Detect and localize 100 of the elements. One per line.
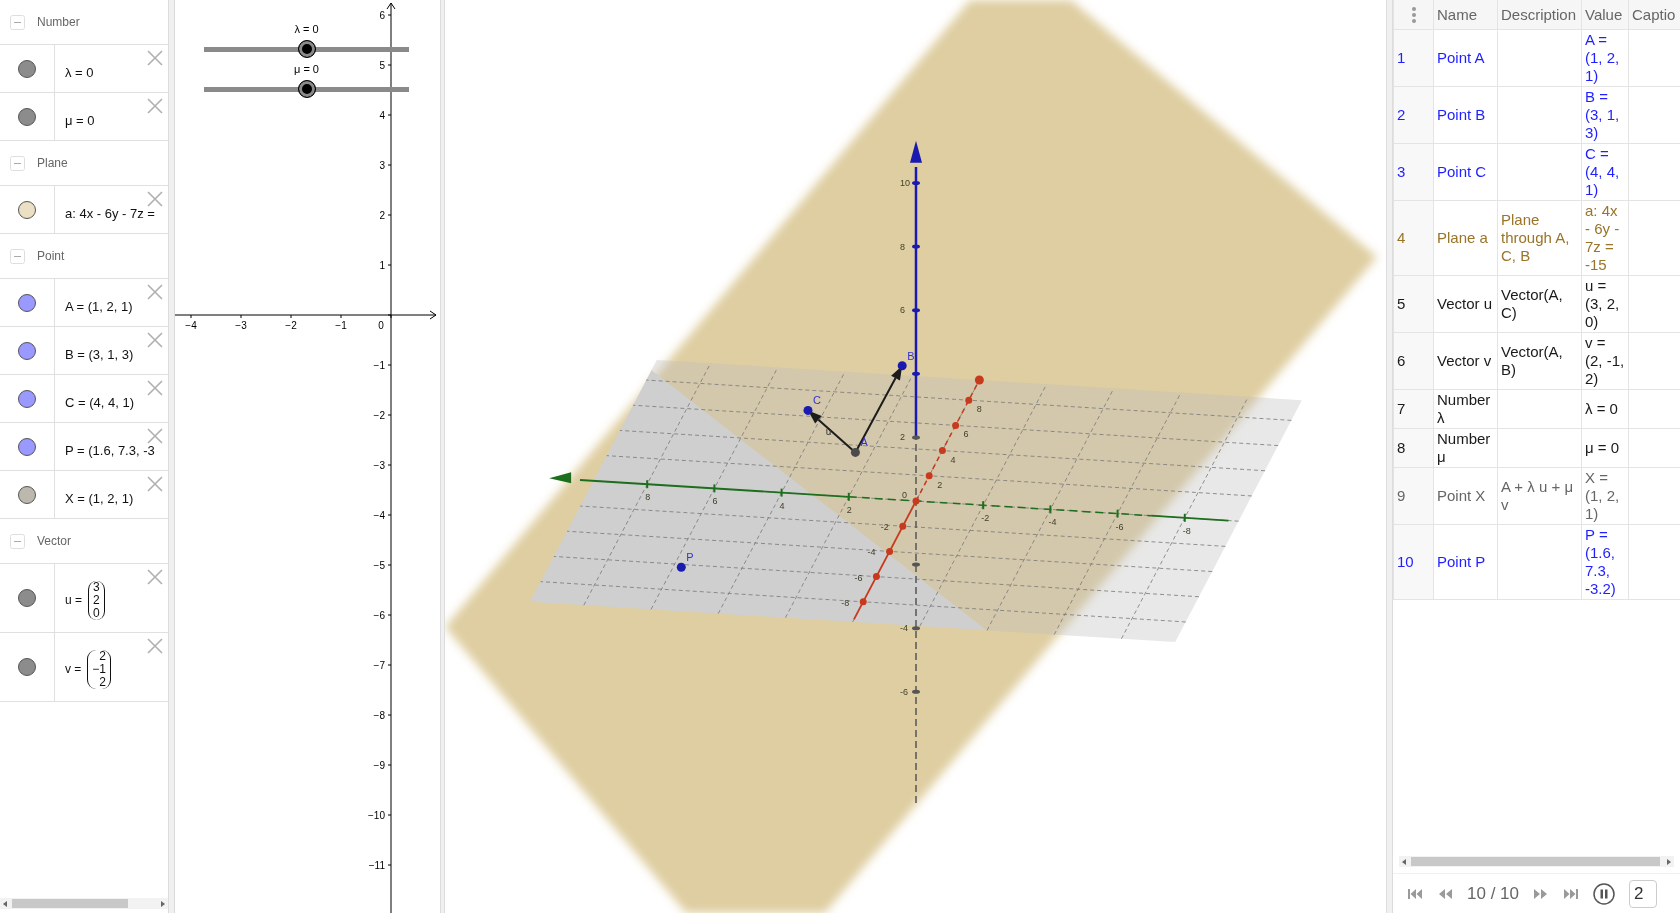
visibility-toggle[interactable] [18, 589, 36, 607]
visibility-toggle[interactable] [18, 200, 36, 219]
tick-label: −2 [285, 320, 297, 331]
visibility-toggle[interactable] [18, 59, 36, 78]
tick-label: −11 [368, 860, 385, 871]
row-number: 6 [1394, 333, 1434, 390]
close-icon[interactable] [147, 284, 163, 300]
collapse-icon[interactable] [10, 155, 25, 171]
vector-name[interactable]: u = [65, 593, 82, 607]
tick-label: -8 [1182, 525, 1191, 536]
row-number: 10 [1394, 525, 1434, 600]
tick-label: −9 [373, 760, 385, 771]
column-vector[interactable]: 2 −1 2 [87, 649, 112, 689]
algebra-expression[interactable]: P = (1.6, 7.3, -3 [65, 443, 155, 458]
tick-label: -2 [880, 522, 889, 533]
close-icon[interactable] [147, 380, 163, 396]
tick-label: 6 [900, 305, 905, 316]
visibility-toggle[interactable] [18, 485, 36, 504]
tick-label: -8 [841, 597, 850, 608]
table-cell: Plane a [1434, 201, 1498, 276]
algebra-expression[interactable]: B = (3, 1, 3) [65, 347, 134, 362]
tick-label: 6 [712, 496, 718, 507]
visibility-toggle[interactable] [18, 293, 36, 312]
vector-component: 0 [93, 606, 100, 620]
column-header[interactable]: Name [1434, 0, 1498, 30]
visibility-toggle[interactable] [18, 341, 36, 360]
algebra-expression[interactable]: C = (4, 4, 1) [65, 395, 134, 410]
tick-label: -2 [981, 513, 990, 524]
column-header[interactable]: Value [1582, 0, 1629, 30]
column-header[interactable]: Captio [1629, 0, 1680, 30]
table-cell: Number λ [1434, 390, 1498, 429]
horizontal-scrollbar[interactable] [0, 898, 168, 909]
algebra-expression[interactable]: λ = 0 [65, 65, 94, 80]
table-cell: B = (3, 1, 3) [1582, 87, 1629, 144]
close-icon[interactable] [147, 191, 163, 207]
collapse-icon[interactable] [10, 248, 25, 264]
table-cell: Point C [1434, 144, 1498, 201]
collapse-icon[interactable] [10, 533, 25, 549]
table-cell: λ = 0 [1582, 390, 1629, 429]
table-cell: Point B [1434, 87, 1498, 144]
tick-label: 4 [950, 454, 956, 465]
point-label: B [907, 349, 915, 362]
close-icon[interactable] [147, 476, 163, 492]
slider-thumb[interactable] [297, 80, 316, 98]
horizontal-scrollbar[interactable] [1399, 856, 1674, 867]
step-counter: 10 / 10 [1467, 883, 1519, 904]
step-back-icon[interactable] [1437, 887, 1453, 900]
tick-label: −4 [373, 510, 385, 521]
vector-name[interactable]: v = [65, 662, 82, 676]
close-icon[interactable] [147, 98, 163, 114]
tick-label: 4 [379, 110, 385, 121]
tick-label: −3 [235, 320, 247, 331]
algebra-expression[interactable]: X = (1, 2, 1) [65, 491, 134, 506]
row-number: 4 [1394, 201, 1434, 276]
point-marker [850, 447, 860, 457]
close-icon[interactable] [147, 638, 163, 654]
tick-label: -4 [1048, 517, 1057, 528]
table-cell: u = (3, 2, 0) [1582, 276, 1629, 333]
algebra-expression[interactable]: a: 4x - 6y - 7z = [65, 206, 155, 221]
skip-to-end-icon[interactable] [1563, 887, 1579, 900]
visibility-toggle[interactable] [18, 658, 36, 676]
speed-field[interactable]: 2 [1629, 879, 1657, 908]
visibility-toggle[interactable] [18, 107, 36, 126]
close-icon[interactable] [147, 569, 163, 585]
pause-button[interactable] [1593, 882, 1615, 905]
column-vector[interactable]: 3 2 0 [88, 580, 105, 620]
tick-label: −1 [335, 320, 347, 331]
close-icon[interactable] [147, 428, 163, 444]
visibility-toggle[interactable] [18, 437, 36, 456]
step-forward-icon[interactable] [1533, 887, 1549, 900]
table-cell: μ = 0 [1582, 429, 1629, 468]
tick-label: 6 [379, 10, 385, 21]
point-marker [897, 361, 907, 371]
table-cell: Number μ [1434, 429, 1498, 468]
vector-component: 2 [99, 649, 107, 663]
row-number: 3 [1394, 144, 1434, 201]
algebra-expression[interactable]: μ = 0 [65, 113, 95, 128]
column-header[interactable]: Description [1498, 0, 1582, 30]
tick-label: 1 [379, 260, 385, 271]
tick-label: 8 [976, 404, 982, 415]
tick-label: 8 [645, 492, 651, 503]
tick-label: 3 [379, 160, 385, 171]
tick-label: 2 [846, 504, 852, 515]
table-cell: P = (1.6, 7.3, -3.2) [1582, 525, 1629, 600]
tick-label: 5 [379, 60, 385, 71]
algebra-expression[interactable]: A = (1, 2, 1) [65, 299, 133, 314]
table-cell: Vector(A, B) [1498, 333, 1582, 390]
close-icon[interactable] [147, 50, 163, 66]
tick-label: −3 [373, 460, 385, 471]
slider-thumb[interactable] [297, 40, 316, 58]
tick-label: 8 [900, 241, 905, 252]
tick-label: 2 [900, 432, 905, 443]
close-icon[interactable] [147, 332, 163, 348]
tick-label: −6 [373, 610, 385, 621]
visibility-toggle[interactable] [18, 389, 36, 408]
drag-handle-icon[interactable] [1411, 5, 1417, 24]
tick-label: −4 [185, 320, 197, 331]
collapse-icon[interactable] [10, 14, 25, 30]
skip-to-start-icon[interactable] [1407, 887, 1423, 900]
row-number: 5 [1394, 276, 1434, 333]
